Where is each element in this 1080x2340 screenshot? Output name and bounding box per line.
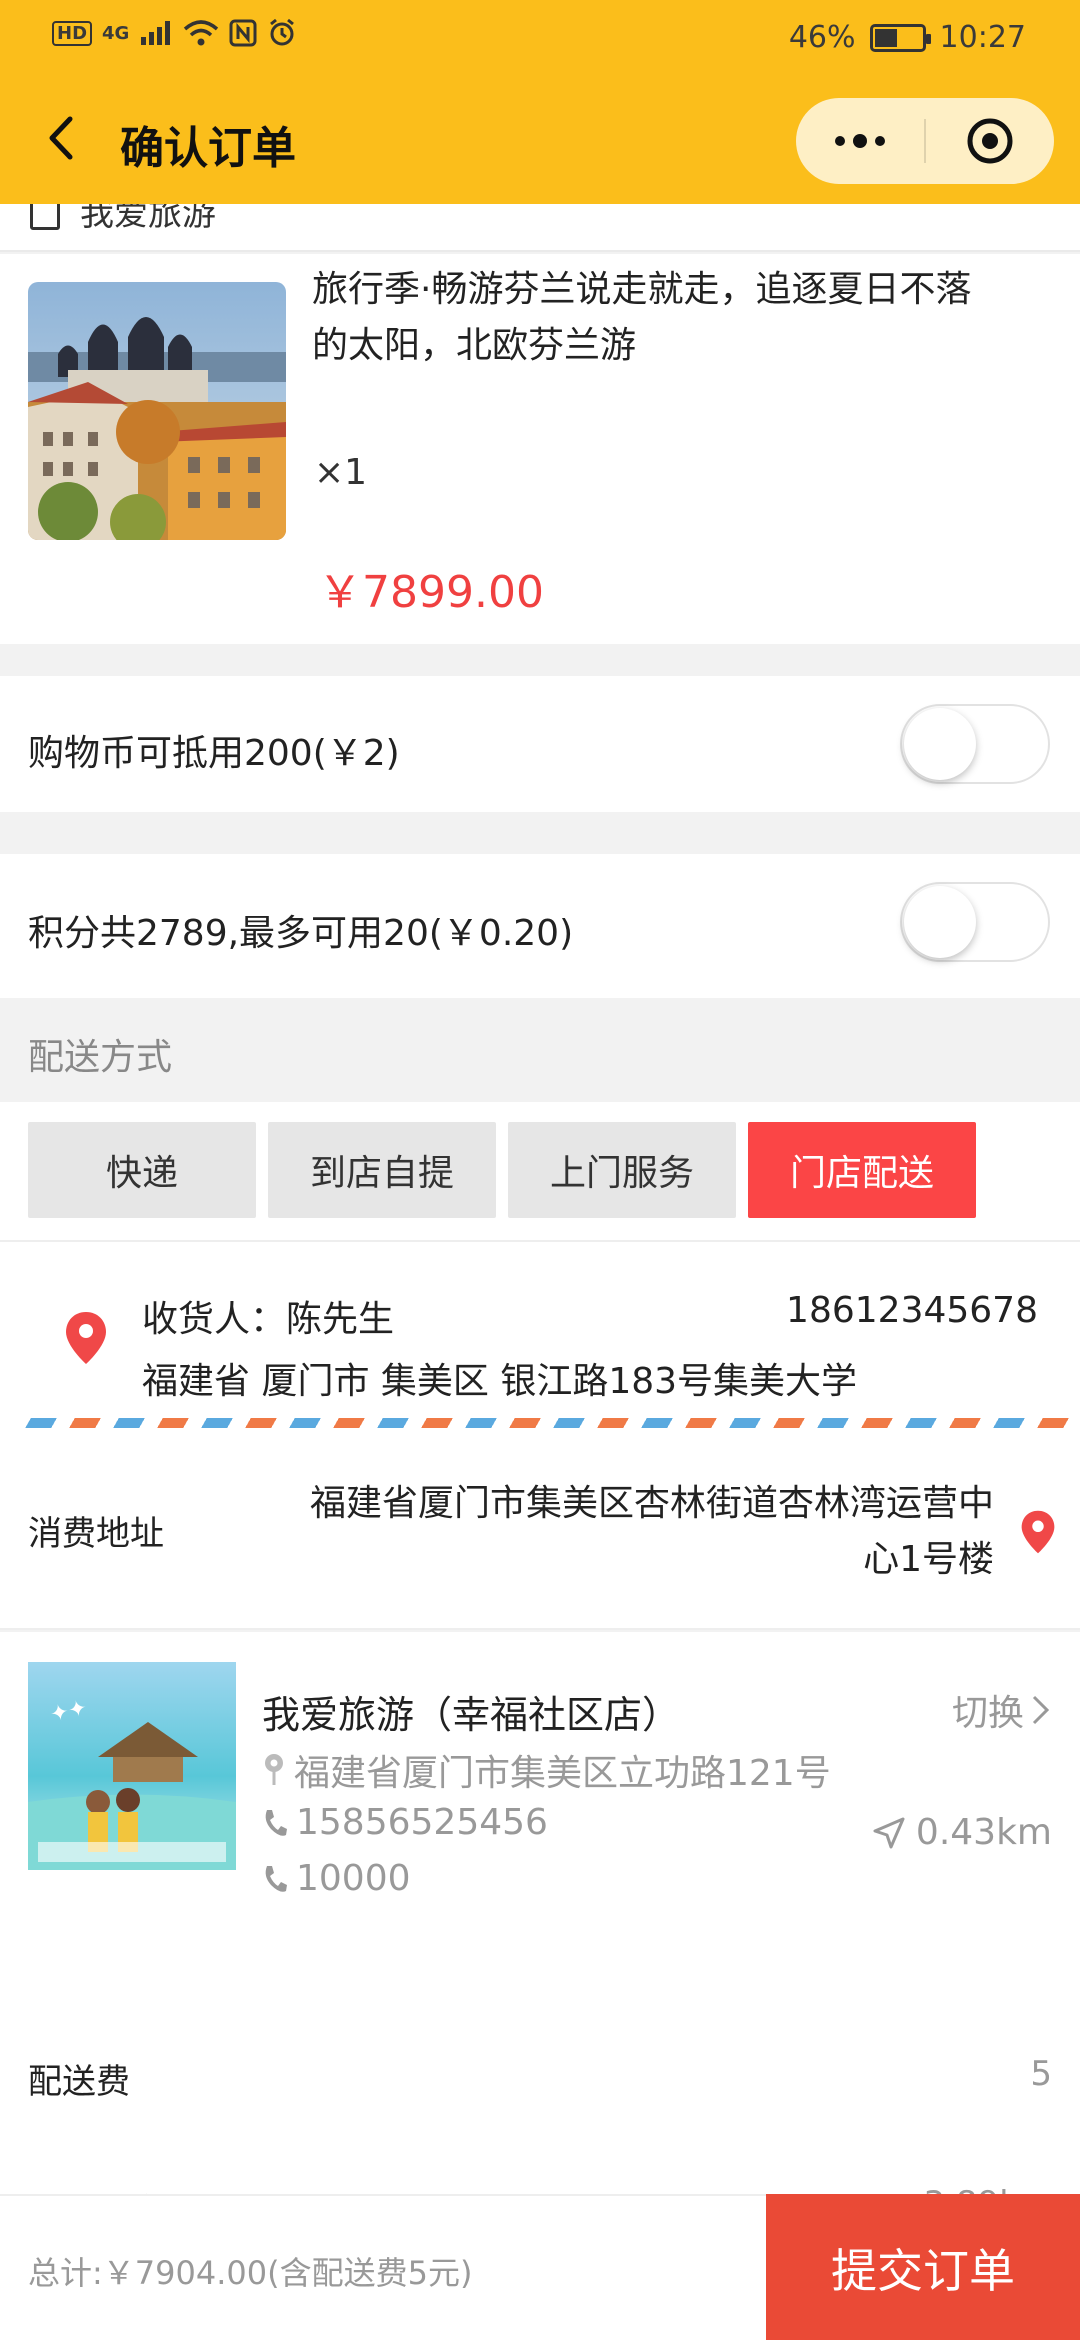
points-row: 积分共2789,最多可用20(￥0.20)	[0, 854, 1080, 998]
delivery-option-pickup[interactable]: 到店自提	[268, 1122, 496, 1218]
navigation-arrow-icon	[873, 1817, 905, 1848]
toggle-knob	[904, 886, 976, 958]
battery-icon	[869, 23, 931, 52]
store-image: ✦✦	[28, 1662, 236, 1870]
status-bar: HD 4G 46% 10:27	[0, 0, 1080, 76]
store-name: 我爱旅游	[80, 204, 216, 234]
store-checkbox[interactable]	[30, 204, 60, 230]
order-footer: 总计:￥7904.00(含配送费5元) 提交订单	[0, 2194, 1080, 2340]
store-header: 我爱旅游	[0, 204, 1080, 252]
status-icons-left: HD 4G	[52, 18, 297, 48]
delivery-option-store-delivery[interactable]: 门店配送	[748, 1122, 976, 1218]
switch-store-button[interactable]: 切换	[952, 1684, 1052, 1736]
delivery-fee-row: 配送费 5	[0, 2010, 1080, 2140]
store-phone-2[interactable]: 10000	[262, 1858, 411, 1899]
product-card[interactable]: 旅行季·畅游芬兰说走就走，追逐夏日不落 的太阳，北欧芬兰游 ×1 ￥7899.0…	[0, 254, 1080, 644]
alarm-icon	[270, 18, 295, 46]
hd-label: HD	[52, 20, 93, 46]
phone-icon	[265, 1865, 287, 1892]
delivery-fee-value: 5	[1030, 2054, 1052, 2094]
clock: 10:27	[939, 20, 1026, 55]
store-address: 福建省厦门市集美区立功路121号	[262, 1744, 831, 1796]
signal-label: 4G	[102, 22, 130, 44]
signal-icon	[141, 21, 171, 45]
toggle-knob	[904, 708, 976, 780]
close-button[interactable]	[926, 98, 1054, 184]
more-dots-icon	[835, 134, 885, 148]
consume-address-row[interactable]: 消费地址 福建省厦门市集美区杏林街道杏林湾运营中 心1号楼	[0, 1440, 1080, 1630]
chevron-right-icon	[1032, 1695, 1050, 1725]
product-quantity: ×1	[314, 452, 368, 493]
wifi-icon	[184, 20, 219, 46]
store-phone-2-text: 10000	[296, 1858, 411, 1899]
product-image	[28, 282, 286, 540]
status-icons-right: 46% 10:27	[789, 20, 1026, 55]
recipient-name: 收货人：陈先生	[142, 1299, 395, 1340]
shopping-coin-toggle[interactable]	[900, 704, 1050, 784]
consume-address-line-1: 福建省厦门市集美区杏林街道杏林湾运营中	[309, 1483, 994, 1524]
order-content: 我爱旅游 旅行季·畅游芬兰说走就走，追逐夏日不落 的太阳，北欧芬兰游 ×1 ￥7…	[0, 204, 1080, 2340]
location-pin-icon	[1021, 1510, 1055, 1554]
nfc-icon	[229, 19, 257, 47]
consume-address-value: 福建省厦门市集美区杏林街道杏林湾运营中 心1号楼	[200, 1476, 994, 1588]
store-distance-text: 0.43km	[915, 1812, 1052, 1853]
shipping-address-card[interactable]: 收货人：陈先生 18612345678 福建省 厦门市 集美区 银江路183号集…	[0, 1240, 1080, 1440]
battery-percent: 46%	[788, 20, 856, 55]
product-title: 旅行季·畅游芬兰说走就走，追逐夏日不落 的太阳，北欧芬兰游	[312, 262, 1062, 374]
delivery-fee-label: 配送费	[28, 2062, 130, 2102]
order-total: 总计:￥7904.00(含配送费5元)	[28, 2254, 473, 2292]
delivery-section-header: 配送方式	[0, 998, 1080, 1102]
product-title-line-1: 旅行季·畅游芬兰说走就走，追逐夏日不落	[312, 269, 972, 310]
points-toggle[interactable]	[900, 882, 1050, 962]
location-pin-icon	[66, 1312, 106, 1364]
store-phone-1[interactable]: 15856525456	[262, 1802, 548, 1843]
airmail-stripe	[25, 1418, 1080, 1428]
target-close-icon	[967, 118, 1013, 164]
mini-program-capsule	[796, 98, 1054, 184]
store-phone-1-text: 15856525456	[296, 1802, 548, 1843]
delivery-option-express[interactable]: 快递	[28, 1122, 256, 1218]
store-address-text: 福建省厦门市集美区立功路121号	[294, 1753, 831, 1794]
more-button[interactable]	[796, 98, 924, 184]
page-title: 确认订单	[120, 123, 296, 174]
points-label: 积分共2789,最多可用20(￥0.20)	[28, 913, 574, 954]
product-title-line-2: 的太阳，北欧芬兰游	[312, 325, 637, 366]
shopping-coin-label: 购物币可抵用200(￥2)	[28, 733, 400, 774]
recipient-address: 福建省 厦门市 集美区 银江路183号集美大学	[142, 1361, 858, 1402]
phone-icon	[265, 1809, 287, 1836]
nav-bar: 确认订单	[0, 76, 1080, 204]
consume-address-label: 消费地址	[28, 1514, 164, 1554]
product-price: ￥7899.00	[318, 567, 544, 618]
delivery-section-title: 配送方式	[28, 1037, 173, 1078]
delivery-option-home-service[interactable]: 上门服务	[508, 1122, 736, 1218]
submit-order-button[interactable]: 提交订单	[766, 2194, 1080, 2340]
consume-address-line-2: 心1号楼	[863, 1539, 994, 1580]
switch-label: 切换	[951, 1693, 1024, 1734]
shopping-coin-row: 购物币可抵用200(￥2)	[0, 676, 1080, 812]
store-distance: 0.43km	[872, 1812, 1052, 1853]
back-button[interactable]	[34, 106, 90, 170]
delivery-method-selector: 快递 到店自提 上门服务 门店配送	[0, 1102, 1080, 1240]
chevron-left-icon	[49, 116, 73, 160]
pin-outline-icon	[265, 1754, 283, 1785]
store-name: 我爱旅游（幸福社区店）	[262, 1693, 681, 1737]
recipient-phone: 18612345678	[786, 1290, 1038, 1331]
